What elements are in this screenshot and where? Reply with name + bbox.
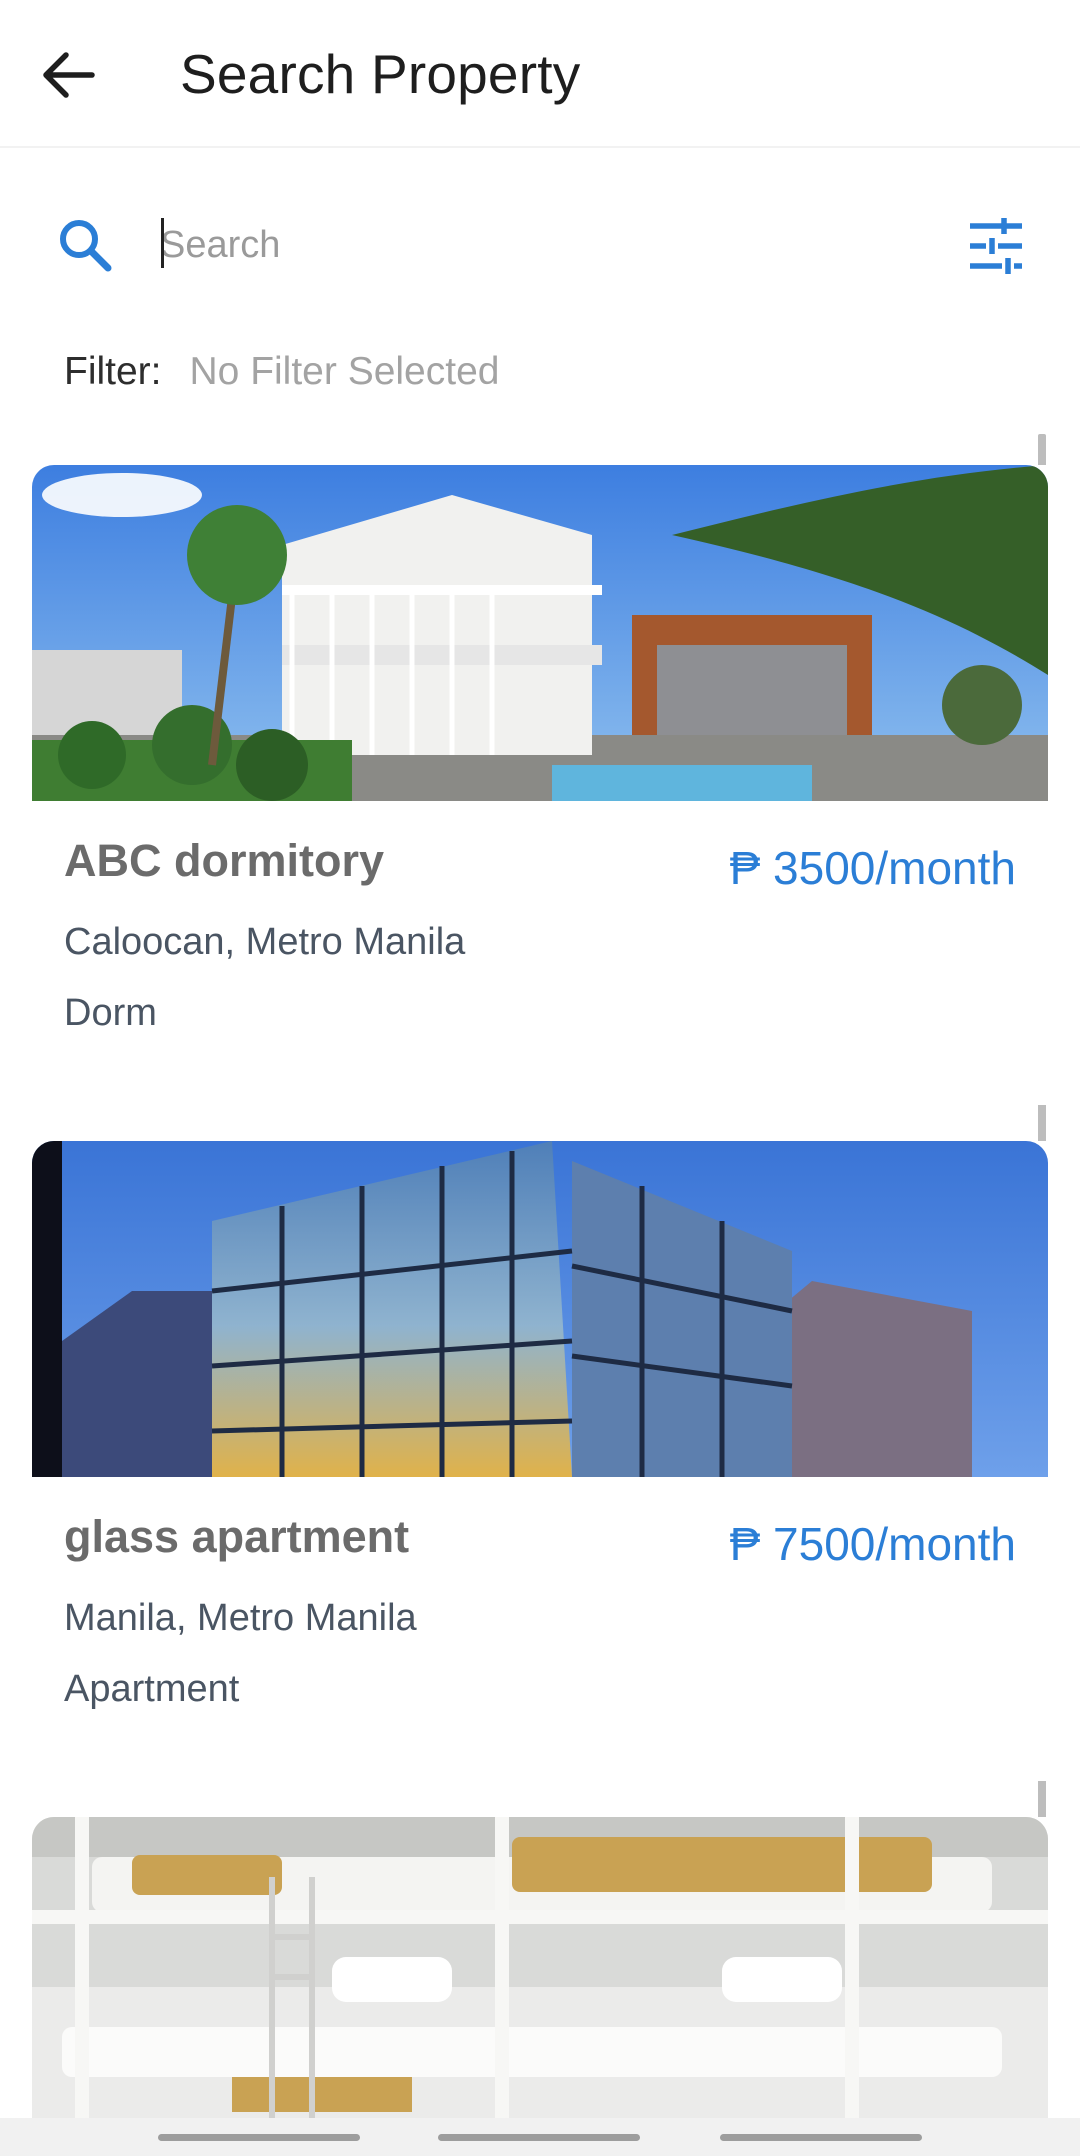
app-bar: Search Property xyxy=(0,0,1080,148)
property-price: ₱ 7500/month xyxy=(729,1518,1016,1570)
property-type: Dorm xyxy=(64,992,157,1034)
page-title: Search Property xyxy=(180,43,581,105)
back-arrow-icon[interactable] xyxy=(34,40,104,110)
nav-handle[interactable] xyxy=(158,2134,360,2141)
property-card[interactable] xyxy=(32,1817,1048,2118)
property-card[interactable]: ABC dormitory ₱ 3500/month Caloocan, Met… xyxy=(32,465,1048,1105)
property-card[interactable]: glass apartment ₱ 7500/month Manila, Met… xyxy=(32,1141,1048,1781)
nav-handle[interactable] xyxy=(438,2134,640,2141)
nav-handle[interactable] xyxy=(720,2134,922,2141)
filter-value[interactable]: No Filter Selected xyxy=(190,350,500,393)
property-type: Apartment xyxy=(64,1668,240,1710)
property-name: glass apartment xyxy=(64,1511,410,1562)
filter-label: Filter: xyxy=(64,350,162,393)
search-icon[interactable] xyxy=(56,216,114,274)
property-price: ₱ 3500/month xyxy=(729,842,1016,894)
search-bar xyxy=(0,190,1080,300)
search-input[interactable] xyxy=(160,214,920,276)
property-name: ABC dormitory xyxy=(64,835,385,886)
system-nav-bar xyxy=(0,2118,1080,2156)
tune-filter-icon[interactable] xyxy=(966,216,1026,276)
property-photo-house xyxy=(32,465,1048,801)
property-photo-glass-building xyxy=(32,1141,1048,1477)
property-location: Manila, Metro Manila xyxy=(64,1597,417,1639)
property-photo-bunk-beds xyxy=(32,1817,1048,2118)
text-cursor xyxy=(161,218,164,268)
filter-row: Filter: No Filter Selected xyxy=(64,350,499,394)
property-location: Caloocan, Metro Manila xyxy=(64,921,466,963)
